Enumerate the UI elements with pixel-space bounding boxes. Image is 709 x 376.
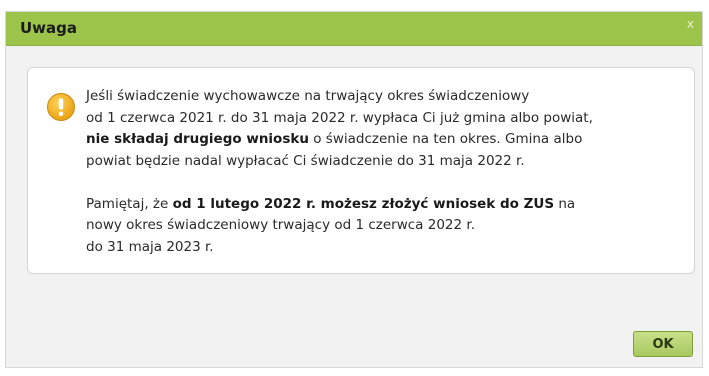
message-line: Jeśli świadczenie wychowawcze na trwając…	[86, 88, 530, 104]
emphasis-text: nie składaj drugiego wniosku	[86, 131, 309, 147]
message-line: od 1 czerwca 2021 r. do 31 maja 2022 r. …	[86, 109, 593, 126]
message-line: nowy okres świadczeniowy trwający od 1 c…	[86, 217, 475, 233]
emphasis-text: od 1 lutego 2022 r. możesz złożyć wniose…	[172, 195, 555, 212]
ok-button[interactable]: OK	[633, 331, 693, 357]
message-line: nie składaj drugiego wniosku o świadczen…	[86, 131, 583, 147]
dialog-title: Uwaga	[20, 19, 78, 37]
message-line: powiat będzie nadal wypłacać Ci świadcze…	[86, 152, 525, 169]
message-text: Jeśli świadczenie wychowawcze na trwając…	[86, 86, 686, 258]
dialog-titlebar: Uwaga x	[6, 12, 702, 46]
message-line: Pamiętaj, że od 1 lutego 2022 r. możesz …	[86, 195, 576, 212]
message-box: Jeśli świadczenie wychowawcze na trwając…	[27, 67, 695, 274]
alert-dialog: Uwaga x Jeśli świadczenie wychowawcze na…	[5, 11, 703, 368]
close-icon[interactable]: x	[687, 17, 694, 31]
exclamation-icon	[47, 93, 75, 121]
message-line: do 31 maja 2023 r.	[86, 238, 214, 255]
